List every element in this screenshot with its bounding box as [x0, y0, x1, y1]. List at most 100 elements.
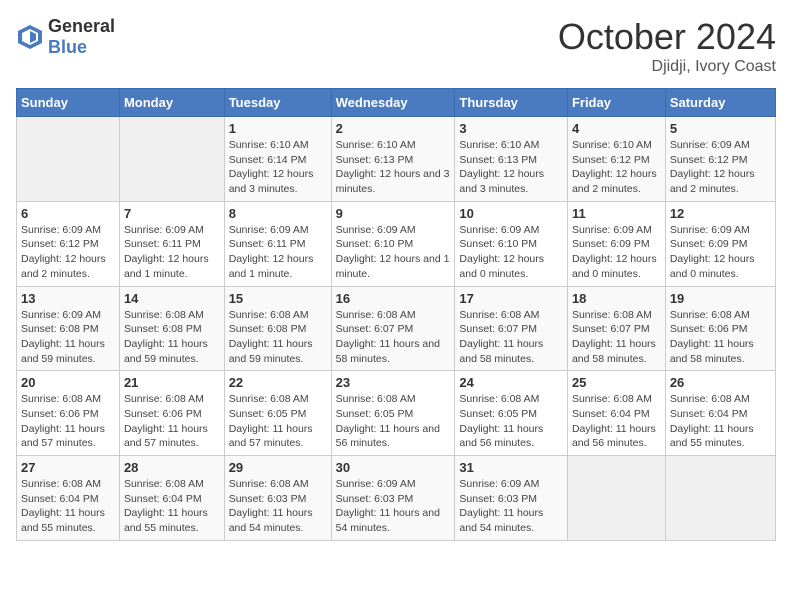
weekday-header: Wednesday: [331, 89, 455, 117]
calendar-day-cell: [567, 456, 665, 541]
day-number: 25: [572, 375, 661, 390]
calendar-day-cell: 12 Sunrise: 6:09 AM Sunset: 6:09 PM Dayli…: [665, 201, 775, 286]
day-detail: Sunrise: 6:08 AM Sunset: 6:04 PM Dayligh…: [124, 477, 220, 536]
calendar-day-cell: 21 Sunrise: 6:08 AM Sunset: 6:06 PM Dayli…: [119, 371, 224, 456]
day-detail: Sunrise: 6:08 AM Sunset: 6:06 PM Dayligh…: [124, 392, 220, 451]
calendar-day-cell: 13 Sunrise: 6:09 AM Sunset: 6:08 PM Dayli…: [17, 286, 120, 371]
day-detail: Sunrise: 6:10 AM Sunset: 6:13 PM Dayligh…: [459, 138, 563, 197]
day-detail: Sunrise: 6:10 AM Sunset: 6:14 PM Dayligh…: [229, 138, 327, 197]
day-number: 9: [336, 206, 451, 221]
day-number: 1: [229, 121, 327, 136]
day-number: 14: [124, 291, 220, 306]
day-detail: Sunrise: 6:09 AM Sunset: 6:10 PM Dayligh…: [336, 223, 451, 282]
location-title: Djidji, Ivory Coast: [558, 58, 776, 76]
day-number: 20: [21, 375, 115, 390]
calendar-day-cell: 19Sunrise: 6:08 AM Sunset: 6:06 PM Dayli…: [665, 286, 775, 371]
day-number: 30: [336, 460, 451, 475]
day-number: 26: [670, 375, 771, 390]
day-detail: Sunrise: 6:09 AM Sunset: 6:12 PM Dayligh…: [670, 138, 771, 197]
calendar-day-cell: 1 Sunrise: 6:10 AM Sunset: 6:14 PM Daylig…: [224, 117, 331, 202]
calendar-day-cell: 16Sunrise: 6:08 AM Sunset: 6:07 PM Dayli…: [331, 286, 455, 371]
day-number: 22: [229, 375, 327, 390]
day-detail: Sunrise: 6:08 AM Sunset: 6:08 PM Dayligh…: [124, 308, 220, 367]
day-number: 29: [229, 460, 327, 475]
day-number: 24: [459, 375, 563, 390]
calendar-day-cell: 4 Sunrise: 6:10 AM Sunset: 6:12 PM Daylig…: [567, 117, 665, 202]
calendar-day-cell: 26Sunrise: 6:08 AM Sunset: 6:04 PM Dayli…: [665, 371, 775, 456]
calendar-day-cell: 23 Sunrise: 6:08 AM Sunset: 6:05 PM Dayli…: [331, 371, 455, 456]
day-number: 13: [21, 291, 115, 306]
day-detail: Sunrise: 6:09 AM Sunset: 6:03 PM Dayligh…: [336, 477, 451, 536]
calendar-day-cell: 31 Sunrise: 6:09 AM Sunset: 6:03 PM Dayli…: [455, 456, 568, 541]
calendar-day-cell: 10Sunrise: 6:09 AM Sunset: 6:10 PM Dayli…: [455, 201, 568, 286]
calendar-day-cell: 9 Sunrise: 6:09 AM Sunset: 6:10 PM Daylig…: [331, 201, 455, 286]
weekday-header-row: SundayMondayTuesdayWednesdayThursdayFrid…: [17, 89, 776, 117]
day-detail: Sunrise: 6:10 AM Sunset: 6:13 PM Dayligh…: [336, 138, 451, 197]
weekday-header: Friday: [567, 89, 665, 117]
day-number: 27: [21, 460, 115, 475]
logo-text: General Blue: [48, 16, 115, 58]
logo-icon: [16, 23, 44, 51]
day-detail: Sunrise: 6:09 AM Sunset: 6:09 PM Dayligh…: [572, 223, 661, 282]
calendar-week-row: 20 Sunrise: 6:08 AM Sunset: 6:06 PM Dayli…: [17, 371, 776, 456]
calendar-day-cell: 24Sunrise: 6:08 AM Sunset: 6:05 PM Dayli…: [455, 371, 568, 456]
day-number: 19: [670, 291, 771, 306]
day-detail: Sunrise: 6:08 AM Sunset: 6:04 PM Dayligh…: [21, 477, 115, 536]
day-number: 28: [124, 460, 220, 475]
day-detail: Sunrise: 6:08 AM Sunset: 6:04 PM Dayligh…: [572, 392, 661, 451]
calendar-day-cell: 14 Sunrise: 6:08 AM Sunset: 6:08 PM Dayli…: [119, 286, 224, 371]
day-number: 23: [336, 375, 451, 390]
day-detail: Sunrise: 6:09 AM Sunset: 6:12 PM Dayligh…: [21, 223, 115, 282]
day-number: 16: [336, 291, 451, 306]
calendar-day-cell: 11Sunrise: 6:09 AM Sunset: 6:09 PM Dayli…: [567, 201, 665, 286]
logo: General Blue: [16, 16, 115, 58]
weekday-header: Saturday: [665, 89, 775, 117]
month-title: October 2024: [558, 16, 776, 58]
day-detail: Sunrise: 6:09 AM Sunset: 6:10 PM Dayligh…: [459, 223, 563, 282]
calendar-day-cell: 15Sunrise: 6:08 AM Sunset: 6:08 PM Dayli…: [224, 286, 331, 371]
calendar-day-cell: 20 Sunrise: 6:08 AM Sunset: 6:06 PM Dayli…: [17, 371, 120, 456]
weekday-header: Tuesday: [224, 89, 331, 117]
day-detail: Sunrise: 6:08 AM Sunset: 6:05 PM Dayligh…: [229, 392, 327, 451]
day-number: 6: [21, 206, 115, 221]
day-number: 21: [124, 375, 220, 390]
day-detail: Sunrise: 6:09 AM Sunset: 6:11 PM Dayligh…: [124, 223, 220, 282]
calendar-day-cell: 28 Sunrise: 6:08 AM Sunset: 6:04 PM Dayli…: [119, 456, 224, 541]
day-number: 5: [670, 121, 771, 136]
calendar-day-cell: 6 Sunrise: 6:09 AM Sunset: 6:12 PM Daylig…: [17, 201, 120, 286]
calendar-day-cell: [119, 117, 224, 202]
calendar-day-cell: 30 Sunrise: 6:09 AM Sunset: 6:03 PM Dayli…: [331, 456, 455, 541]
calendar-day-cell: 3 Sunrise: 6:10 AM Sunset: 6:13 PM Daylig…: [455, 117, 568, 202]
day-number: 31: [459, 460, 563, 475]
day-number: 8: [229, 206, 327, 221]
day-detail: Sunrise: 6:08 AM Sunset: 6:07 PM Dayligh…: [572, 308, 661, 367]
calendar-day-cell: 22 Sunrise: 6:08 AM Sunset: 6:05 PM Dayli…: [224, 371, 331, 456]
day-detail: Sunrise: 6:08 AM Sunset: 6:06 PM Dayligh…: [21, 392, 115, 451]
calendar-day-cell: 7Sunrise: 6:09 AM Sunset: 6:11 PM Daylig…: [119, 201, 224, 286]
calendar-week-row: 6 Sunrise: 6:09 AM Sunset: 6:12 PM Daylig…: [17, 201, 776, 286]
calendar-day-cell: [17, 117, 120, 202]
calendar-week-row: 13 Sunrise: 6:09 AM Sunset: 6:08 PM Dayli…: [17, 286, 776, 371]
logo-general: General: [48, 16, 115, 36]
day-detail: Sunrise: 6:09 AM Sunset: 6:08 PM Dayligh…: [21, 308, 115, 367]
day-number: 4: [572, 121, 661, 136]
calendar-day-cell: 25 Sunrise: 6:08 AM Sunset: 6:04 PM Dayli…: [567, 371, 665, 456]
title-block: October 2024 Djidji, Ivory Coast: [558, 16, 776, 76]
day-detail: Sunrise: 6:09 AM Sunset: 6:09 PM Dayligh…: [670, 223, 771, 282]
calendar-day-cell: 29 Sunrise: 6:08 AM Sunset: 6:03 PM Dayli…: [224, 456, 331, 541]
calendar-day-cell: 8Sunrise: 6:09 AM Sunset: 6:11 PM Daylig…: [224, 201, 331, 286]
day-detail: Sunrise: 6:09 AM Sunset: 6:03 PM Dayligh…: [459, 477, 563, 536]
day-number: 3: [459, 121, 563, 136]
day-number: 12: [670, 206, 771, 221]
logo-blue: Blue: [48, 37, 87, 57]
day-detail: Sunrise: 6:10 AM Sunset: 6:12 PM Dayligh…: [572, 138, 661, 197]
calendar-day-cell: 5 Sunrise: 6:09 AM Sunset: 6:12 PM Daylig…: [665, 117, 775, 202]
day-detail: Sunrise: 6:08 AM Sunset: 6:03 PM Dayligh…: [229, 477, 327, 536]
day-number: 18: [572, 291, 661, 306]
weekday-header: Thursday: [455, 89, 568, 117]
calendar-week-row: 27 Sunrise: 6:08 AM Sunset: 6:04 PM Dayli…: [17, 456, 776, 541]
day-number: 17: [459, 291, 563, 306]
day-detail: Sunrise: 6:08 AM Sunset: 6:05 PM Dayligh…: [336, 392, 451, 451]
calendar-table: SundayMondayTuesdayWednesdayThursdayFrid…: [16, 88, 776, 541]
calendar-day-cell: 2Sunrise: 6:10 AM Sunset: 6:13 PM Daylig…: [331, 117, 455, 202]
